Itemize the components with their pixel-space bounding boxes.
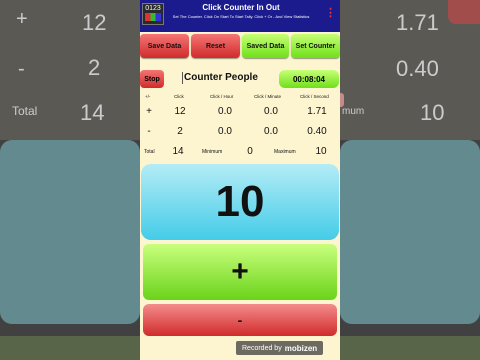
minus-per-hour: 0.0: [218, 126, 232, 137]
background-red-corner: [448, 0, 480, 24]
app-icon-text: 0123: [145, 5, 161, 12]
app-title: Click Counter In Out: [202, 3, 280, 12]
minimum-value: 0: [247, 146, 253, 157]
background-bottom-left: [0, 336, 140, 360]
save-data-button[interactable]: Save Data: [140, 34, 189, 58]
background-maximum-fragment: mum: [342, 106, 365, 117]
reset-button[interactable]: Reset: [191, 34, 240, 58]
background-plus: +: [16, 8, 28, 30]
top-button-row: Save Data Reset Saved Data Set Counter: [140, 34, 340, 60]
watermark-text: Recorded by: [242, 344, 282, 352]
header-per-second: Click / Second: [300, 94, 329, 99]
title-bar: 0123 Click Counter In Out Set The Counte…: [140, 0, 340, 32]
minus-per-minute: 0.0: [264, 126, 278, 137]
app-counter-icon: 0123: [142, 3, 164, 25]
counter-name-field[interactable]: Counter People: [182, 72, 258, 84]
minus-click-count: 2: [177, 126, 183, 137]
plus-click-count: 12: [174, 106, 186, 117]
maximum-value: 10: [315, 146, 327, 157]
minus-per-second: 0.40: [307, 126, 327, 137]
header-click: Click: [174, 94, 184, 99]
plus-sign: +: [146, 106, 152, 117]
stop-button[interactable]: Stop: [140, 70, 164, 88]
total-value: 14: [172, 146, 184, 157]
minimum-label: Minimum: [202, 149, 223, 155]
header-per-minute: Click / Minute: [254, 94, 282, 99]
decrement-button[interactable]: -: [143, 304, 337, 336]
app-screen: 0123 Click Counter In Out Set The Counte…: [140, 0, 340, 360]
background-bottom-right: [340, 336, 480, 360]
background-left-panel: [0, 140, 140, 324]
saved-data-button[interactable]: Saved Data: [242, 34, 289, 58]
plus-per-minute: 0.0: [264, 106, 278, 117]
increment-button[interactable]: +: [143, 244, 337, 300]
background-per-second-minus: 0.40: [396, 56, 439, 81]
plus-per-hour: 0.0: [218, 106, 232, 117]
vertical-dots-icon[interactable]: ⋮: [325, 8, 336, 19]
recording-watermark: Recorded by mobizen: [236, 341, 324, 355]
elapsed-timer: 00:08:04: [279, 70, 339, 88]
total-label: Total: [144, 149, 155, 155]
header-per-hour: Click / Hour: [210, 94, 234, 99]
counter-display: 10: [141, 164, 339, 240]
minus-sign: -: [147, 126, 151, 137]
maximum-label: Maximum: [274, 149, 296, 155]
background-minus-click: 2: [88, 55, 101, 80]
header-sign: +/-: [145, 94, 151, 99]
background-plus-click: 12: [82, 10, 107, 35]
background-per-second-plus: 1.71: [396, 10, 439, 35]
background-total-value: 14: [80, 100, 105, 125]
background-maximum: 10: [420, 100, 445, 125]
app-subtitle: Set The Counter. Click On Start To Start…: [172, 14, 310, 19]
watermark-brand: mobizen: [284, 343, 318, 353]
background-minus: -: [18, 58, 25, 80]
plus-per-second: 1.71: [307, 106, 327, 117]
background-total: Total: [12, 104, 38, 118]
background-right-panel: [340, 140, 480, 324]
set-counter-button[interactable]: Set Counter: [291, 34, 340, 58]
